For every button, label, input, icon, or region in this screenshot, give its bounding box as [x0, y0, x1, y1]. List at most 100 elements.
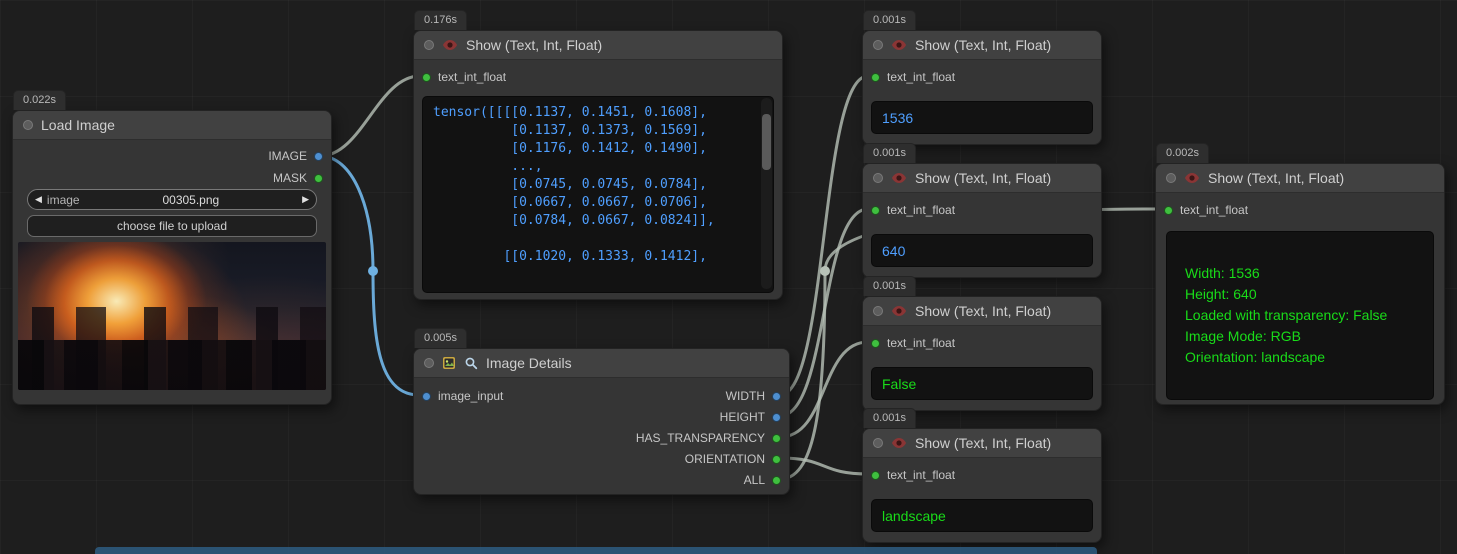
output-label: HAS_TRANSPARENCY [636, 431, 765, 445]
output-port-width[interactable] [772, 392, 781, 401]
output-label: ALL [744, 473, 765, 487]
input-port[interactable] [871, 73, 880, 82]
node-titlebar[interactable]: Image Details [414, 349, 789, 378]
node-titlebar[interactable]: Show (Text, Int, Float) [414, 31, 782, 60]
node-titlebar[interactable]: Show (Text, Int, Float) [863, 297, 1101, 326]
timer-badge: 0.005s [414, 328, 467, 348]
node-titlebar[interactable]: Show (Text, Int, Float) [863, 164, 1101, 193]
collapse-dot[interactable] [424, 358, 434, 368]
output-slot-mask: MASK [273, 168, 323, 188]
eye-icon [891, 437, 907, 449]
collapse-dot[interactable] [873, 40, 883, 50]
input-port[interactable] [871, 206, 880, 215]
value-text-area[interactable]: 640 [871, 234, 1093, 267]
input-label: text_int_float [887, 336, 955, 350]
input-port[interactable] [422, 392, 431, 401]
input-slot-text-int-float: text_int_float [871, 67, 955, 87]
input-slot-text-int-float: text_int_float [1164, 200, 1248, 220]
output-port-mask[interactable] [314, 174, 323, 183]
value-text-area[interactable]: landscape [871, 499, 1093, 532]
output-port-all[interactable] [772, 476, 781, 485]
output-slot-all: ALL [744, 470, 781, 490]
node-titlebar[interactable]: Show (Text, Int, Float) [863, 429, 1101, 458]
value-text-area[interactable]: 1536 [871, 101, 1093, 134]
combo-next-icon[interactable]: ▶ [302, 195, 309, 204]
input-label: text_int_float [1180, 203, 1248, 217]
output-label: ORIENTATION [685, 452, 765, 466]
scrollbar-thumb[interactable] [762, 114, 771, 170]
node-title: Load Image [41, 117, 115, 133]
input-label: text_int_float [887, 203, 955, 217]
input-port[interactable] [871, 471, 880, 480]
node-titlebar[interactable]: Show (Text, Int, Float) [1156, 164, 1444, 193]
value-text-area[interactable]: False [871, 367, 1093, 400]
node-title: Show (Text, Int, Float) [1208, 170, 1344, 186]
output-slot-width: WIDTH [726, 386, 781, 406]
input-slot-image-input: image_input [422, 386, 503, 406]
timer-badge: 0.022s [13, 90, 66, 110]
collapse-dot[interactable] [873, 173, 883, 183]
timer-badge: 0.001s [863, 143, 916, 163]
node-image-details[interactable]: 0.005s Image Details image_input WIDTH H… [413, 348, 790, 495]
input-label: text_int_float [887, 70, 955, 84]
input-slot-text-int-float: text_int_float [871, 333, 955, 353]
collapse-dot[interactable] [873, 438, 883, 448]
output-slot-has-transparency: HAS_TRANSPARENCY [636, 428, 781, 448]
input-port[interactable] [871, 339, 880, 348]
node-title: Show (Text, Int, Float) [915, 170, 1051, 186]
node-show-all[interactable]: 0.002s Show (Text, Int, Float) text_int_… [1155, 163, 1445, 405]
summary-text-area[interactable]: Width: 1536 Height: 640 Loaded with tran… [1166, 231, 1434, 400]
collapse-dot[interactable] [23, 120, 33, 130]
collapse-dot[interactable] [873, 306, 883, 316]
output-label: IMAGE [268, 149, 307, 163]
output-port-orientation[interactable] [772, 455, 781, 464]
reroute-dot-gray[interactable] [820, 266, 830, 276]
input-port[interactable] [1164, 206, 1173, 215]
output-slot-orientation: ORIENTATION [685, 449, 781, 469]
node-show-transparency[interactable]: 0.001s Show (Text, Int, Float) text_int_… [862, 296, 1102, 411]
output-slot-height: HEIGHT [720, 407, 781, 427]
tensor-text-area[interactable]: tensor([[[[0.1137, 0.1451, 0.1608], [0.1… [422, 96, 774, 293]
picture-icon [442, 356, 456, 370]
node-show-tensor[interactable]: 0.176s Show (Text, Int, Float) text_int_… [413, 30, 783, 300]
output-port-image[interactable] [314, 152, 323, 161]
scrollbar-track[interactable] [761, 98, 772, 289]
node-titlebar[interactable]: Load Image [13, 111, 331, 140]
collapse-dot[interactable] [424, 40, 434, 50]
preview-skyline-near [18, 340, 326, 390]
collapse-dot[interactable] [1166, 173, 1176, 183]
node-titlebar[interactable]: Show (Text, Int, Float) [863, 31, 1101, 60]
input-slot-text-int-float: text_int_float [422, 67, 506, 87]
wire-image-to-image-details [320, 156, 419, 395]
combo-prev-icon[interactable]: ◀ [35, 195, 42, 204]
choose-file-button[interactable]: choose file to upload [27, 215, 317, 237]
magnifier-icon [464, 356, 478, 370]
node-title: Image Details [486, 355, 572, 371]
input-slot-text-int-float: text_int_float [871, 465, 955, 485]
node-show-width[interactable]: 0.001s Show (Text, Int, Float) text_int_… [862, 30, 1102, 145]
node-show-height[interactable]: 0.001s Show (Text, Int, Float) text_int_… [862, 163, 1102, 278]
eye-icon [891, 172, 907, 184]
output-label: WIDTH [726, 389, 765, 403]
input-label: text_int_float [438, 70, 506, 84]
image-preview [18, 242, 326, 390]
node-load-image[interactable]: 0.022s Load Image IMAGE MASK ◀ image 003… [12, 110, 332, 405]
output-port-height[interactable] [772, 413, 781, 422]
node-show-orientation[interactable]: 0.001s Show (Text, Int, Float) text_int_… [862, 428, 1102, 543]
output-label: MASK [273, 171, 307, 185]
node-title: Show (Text, Int, Float) [915, 37, 1051, 53]
image-filename-combo[interactable]: ◀ image 00305.png ▶ [27, 189, 317, 210]
output-port-has-transparency[interactable] [772, 434, 781, 443]
reroute-dot-blue[interactable] [368, 266, 378, 276]
wire-image-to-show-tensor [320, 76, 420, 156]
input-slot-text-int-float: text_int_float [871, 200, 955, 220]
timer-badge: 0.001s [863, 10, 916, 30]
node-title: Show (Text, Int, Float) [915, 435, 1051, 451]
timer-badge: 0.001s [863, 408, 916, 428]
eye-icon [442, 39, 458, 51]
node-graph-canvas[interactable]: 0.022s Load Image IMAGE MASK ◀ image 003… [0, 0, 1457, 554]
eye-icon [1184, 172, 1200, 184]
combo-label: image [47, 193, 80, 207]
output-slot-image: IMAGE [268, 146, 323, 166]
input-port[interactable] [422, 73, 431, 82]
